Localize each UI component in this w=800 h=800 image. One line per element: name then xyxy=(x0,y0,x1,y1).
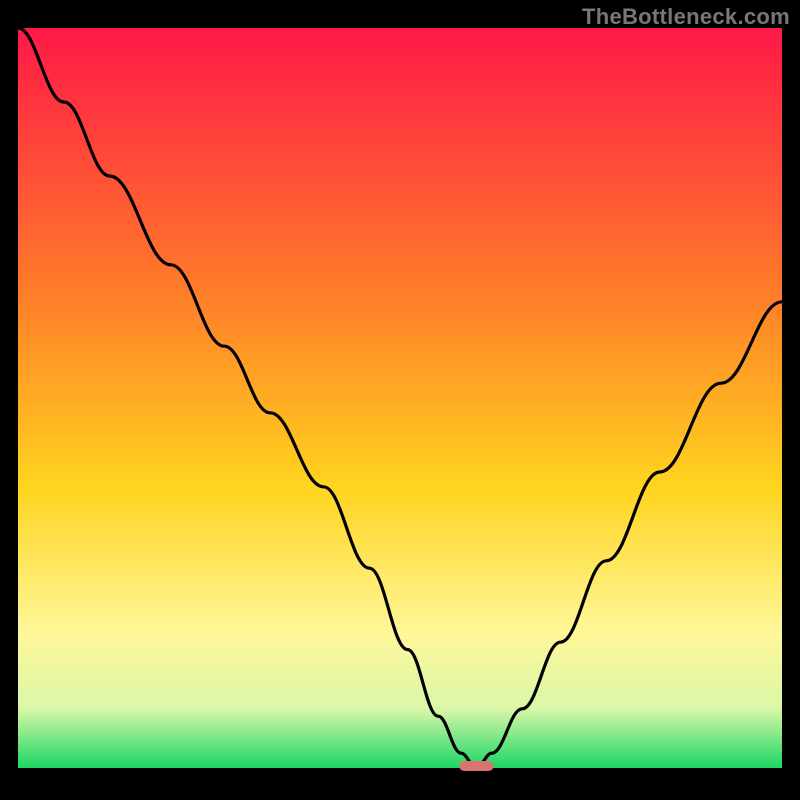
gradient-background xyxy=(18,28,782,768)
chart-stage: TheBottleneck.com xyxy=(0,0,800,800)
bottleneck-chart xyxy=(0,0,800,800)
optimal-marker xyxy=(459,761,493,771)
